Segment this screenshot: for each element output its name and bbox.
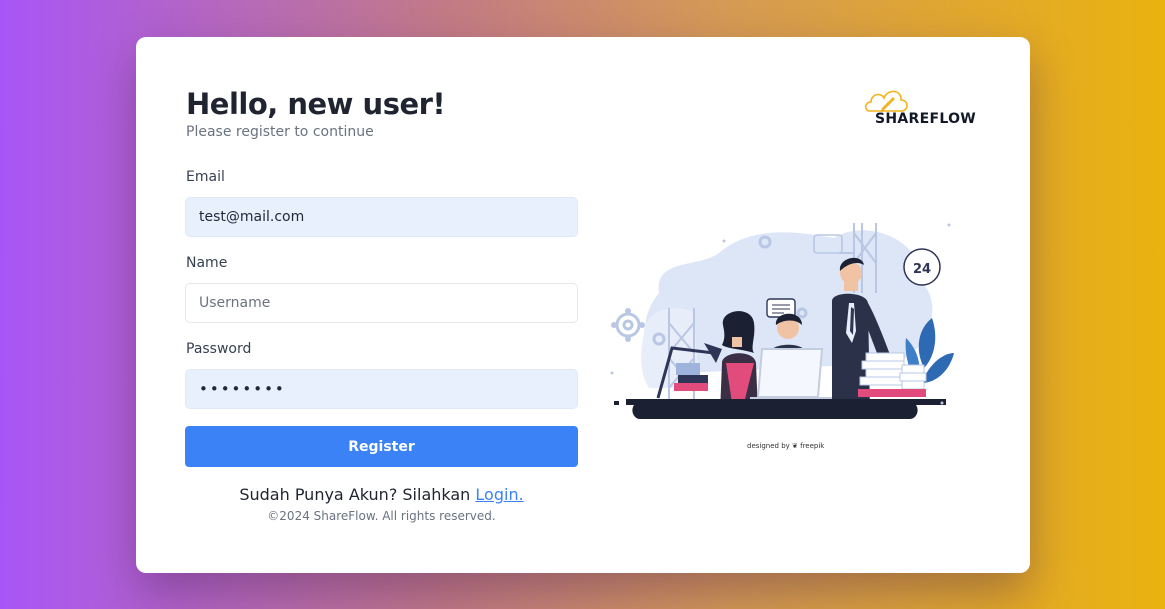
password-label: Password [186, 341, 252, 357]
freepik-credit: designed by ❦ freepik [747, 442, 825, 450]
badge-24-text: 24 [913, 262, 931, 277]
register-button[interactable]: Register [185, 426, 578, 467]
login-prompt-text: Sudah Punya Akun? Silahkan [239, 485, 471, 504]
email-field[interactable] [185, 197, 578, 237]
login-link[interactable]: Login. [475, 485, 523, 504]
register-card: Hello, new user! Please register to cont… [136, 37, 1030, 573]
name-label: Name [186, 255, 228, 271]
page-title: Hello, new user! [186, 87, 446, 121]
email-label: Email [186, 169, 225, 185]
logo-text: SHAREFLOW [875, 111, 977, 127]
team-illustration: 24 [610, 223, 954, 419]
password-field[interactable] [185, 369, 578, 409]
page-subtitle: Please register to continue [186, 124, 374, 140]
shareflow-logo: SHAREFLOW [862, 83, 986, 133]
login-prompt-line: Sudah Punya Akun? Silahkan Login. [185, 485, 578, 504]
copyright-text: ©2024 ShareFlow. All rights reserved. [267, 509, 496, 523]
name-field[interactable] [185, 283, 578, 323]
